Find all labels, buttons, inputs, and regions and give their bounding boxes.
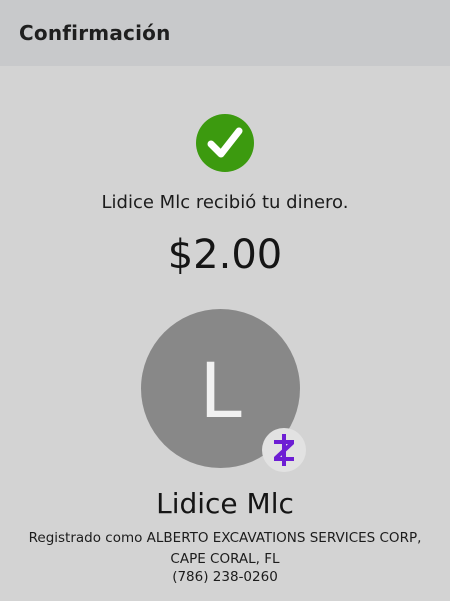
recipient-phone: (786) 238-0260	[172, 569, 278, 585]
avatar-initial: L	[199, 346, 242, 435]
registered-as-text: Registrado como ALBERTO EXCAVATIONS SERV…	[28, 530, 422, 567]
recipient-name: Lidice Mlc	[156, 487, 294, 520]
confirmation-message: Lidice Mlc recibió tu dinero.	[101, 192, 349, 213]
page-title: Confirmación	[19, 21, 171, 45]
transfer-amount: $2.00	[167, 232, 283, 278]
zelle-logo-icon	[262, 428, 306, 472]
check-circle-icon	[196, 114, 254, 172]
confirmation-header: Confirmación	[0, 0, 450, 66]
